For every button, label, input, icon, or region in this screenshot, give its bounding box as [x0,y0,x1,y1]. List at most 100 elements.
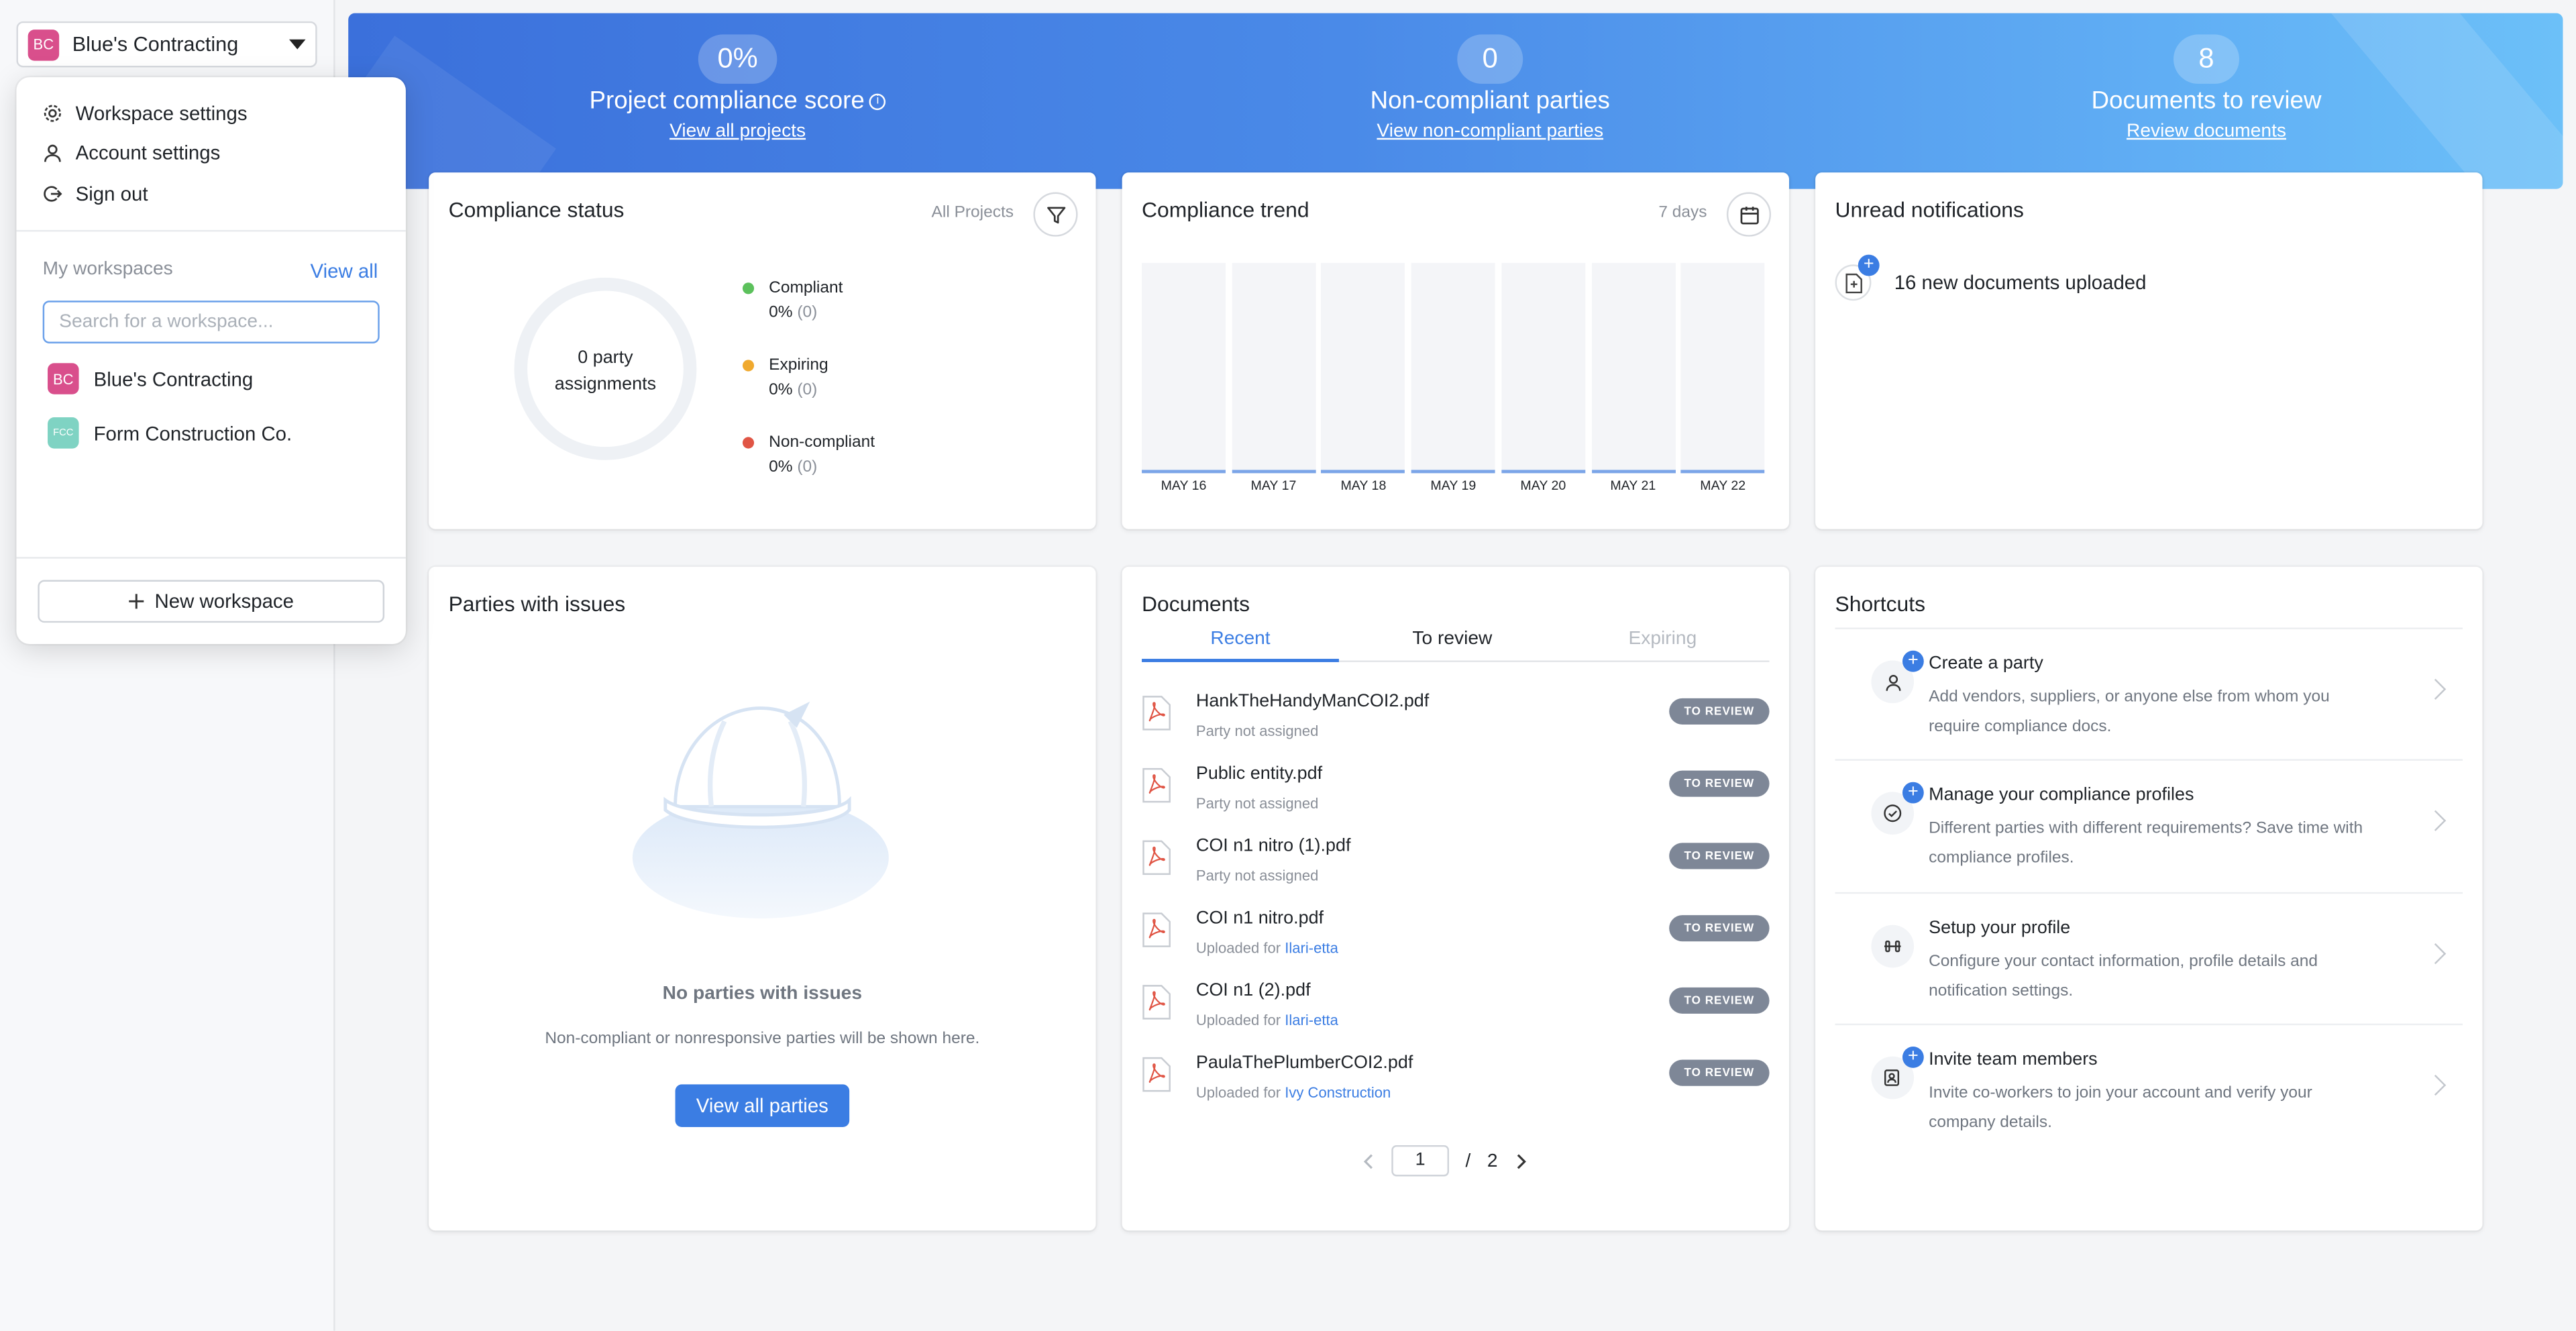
view-noncompliant-link[interactable]: View non-compliant parties [1377,121,1603,141]
shortcut-title: Create a party [1929,653,2043,674]
legend-value: 0% [769,458,793,477]
workspace-name: Blue's Contracting [72,32,239,56]
shortcut-desc: Invite co-workers to join your account a… [1929,1084,2312,1132]
shortcut-desc: Configure your contact information, prof… [1929,953,2318,1001]
pagination: 1 / 2 [1362,1144,1527,1177]
status-badge: TO REVIEW [1669,915,1770,942]
document-row[interactable]: HankTheHandyManCOI2.pdf Party not assigne… [1142,692,1770,757]
page-separator: / [1465,1151,1471,1171]
stat-value: 8 [2174,34,2239,84]
trend-tick-label: MAY 17 [1250,478,1297,493]
date-range-button[interactable] [1726,192,1772,237]
card-title: Compliance status [448,197,625,222]
plus-badge-icon: + [1902,782,1924,804]
card-title: Unread notifications [1835,197,2024,222]
workspace-switcher[interactable]: BC Blue's Contracting [16,21,317,68]
menu-item-workspace-settings[interactable]: Workspace settings [43,102,248,125]
stat-title-text: Project compliance score [589,87,865,115]
doc-name: COI n1 (2).pdf [1195,981,1311,1001]
shortcut-create-party[interactable]: + Create a party Add vendors, suppliers,… [1835,627,2463,759]
legend-noncompliant: Non-compliant 0% (0) [742,431,875,480]
document-row[interactable]: COI n1 nitro (1).pdf Party not assigned TO… [1142,837,1770,902]
legend-expiring: Expiring 0% (0) [742,354,828,403]
tab-recent[interactable]: Recent [1142,629,1339,649]
stat-noncompliant-parties: 0 Non-compliant parties View non-complia… [1244,13,1737,145]
info-icon[interactable]: i [869,93,886,111]
card-title: Compliance trend [1142,197,1309,222]
menu-item-sign-out[interactable]: Sign out [43,182,148,205]
check-circle-icon: + [1871,782,1924,835]
menu-item-label: Account settings [75,141,221,164]
new-workspace-button[interactable]: New workspace [38,580,385,623]
donut-label: 0 party assignments [515,345,697,397]
legend-dot [742,360,755,372]
document-row[interactable]: COI n1 (2).pdf Uploaded for Ilari-etta TO … [1142,981,1770,1047]
project-filter-label: All Projects [931,203,1014,222]
stat-title: Non-compliant parties [1370,87,1610,115]
range-label: 7 days [1658,203,1707,222]
shortcut-setup-profile[interactable]: Setup your profile Configure your contac… [1835,892,2463,1024]
view-all-workspaces-link[interactable]: View all [311,260,378,282]
doc-sub-text: Party not assigned [1195,795,1319,812]
filter-button[interactable] [1033,192,1078,237]
status-badge: TO REVIEW [1669,698,1770,725]
doc-name: Public entity.pdf [1195,763,1323,784]
workspace-avatar: BC [48,363,79,394]
invite-icon: + [1871,1047,1924,1100]
party-link[interactable]: Ilari-etta [1285,1012,1338,1028]
view-all-projects-link[interactable]: View all projects [669,121,806,141]
menu-item-account-settings[interactable]: Account settings [43,142,221,164]
workspace-item[interactable]: BC Blue's Contracting [48,363,253,394]
shortcut-invite-team[interactable]: + Invite team members Invite co-workers … [1835,1023,2463,1155]
pdf-icon [1142,695,1171,731]
pdf-icon [1142,984,1171,1020]
workspace-item-name: Form Construction Co. [93,421,292,445]
plus-icon [129,594,144,609]
doc-sub-text: Party not assigned [1195,867,1319,884]
card-title: Parties with issues [448,591,626,617]
sliders-icon [1871,924,1915,968]
doc-name: PaulaThePlumberCOI2.pdf [1195,1053,1413,1073]
stat-documents-to-review: 8 Documents to review Review documents [1960,13,2453,145]
workspace-search-input[interactable] [42,301,380,343]
chevron-left-icon[interactable] [1362,1153,1375,1169]
gear-icon [44,105,61,122]
shortcut-compliance-profiles[interactable]: + Manage your compliance profiles Differ… [1835,759,2463,890]
workspace-avatar: FCC [48,417,79,449]
chevron-right-icon [2425,943,2447,965]
stat-value: 0 [1457,34,1523,84]
doc-name: COI n1 nitro (1).pdf [1195,836,1351,856]
workspace-menu: Workspace settings Account settings Sign… [16,77,406,645]
empty-state-subtitle: Non-compliant or nonresponsive parties w… [545,1030,980,1049]
divider [16,557,406,559]
page-number-input[interactable]: 1 [1391,1144,1450,1177]
party-link[interactable]: Ilari-etta [1285,940,1338,956]
status-badge: TO REVIEW [1669,987,1770,1014]
legend-label: Compliant [769,279,843,298]
tab-to-review[interactable]: To review [1354,629,1551,649]
document-row[interactable]: Public entity.pdf Party not assigned TO RE… [1142,764,1770,830]
doc-sub-text: Uploaded for [1195,1084,1285,1101]
document-row[interactable]: PaulaThePlumberCOI2.pdf Uploaded for Ivy … [1142,1053,1770,1119]
chevron-right-icon[interactable] [1514,1153,1527,1169]
notification-item[interactable]: + 16 new documents uploaded [1835,254,2147,301]
review-documents-link[interactable]: Review documents [2127,121,2286,141]
party-link[interactable]: Ivy Construction [1285,1084,1391,1100]
trend-tick-label: MAY 16 [1161,478,1207,493]
legend-count: (0) [797,381,818,400]
document-row[interactable]: COI n1 nitro.pdf Uploaded for Ilari-etta T… [1142,908,1770,974]
view-all-parties-button[interactable]: View all parties [675,1084,850,1128]
card-title: Shortcuts [1835,591,1926,617]
plus-badge-icon: + [1902,650,1924,672]
stat-title: Project compliance score i [491,87,984,115]
shortcut-title: Invite team members [1929,1049,2098,1070]
doc-name: COI n1 nitro.pdf [1195,908,1324,928]
legend-value: 0% [769,304,793,323]
trend-tick-label: MAY 21 [1610,478,1656,493]
stats-banner: 0% Project compliance score i View all pr… [348,13,2563,189]
document-icon: + [1835,254,1880,301]
trend-tick-label: MAY 22 [1700,478,1746,493]
tab-expiring[interactable]: Expiring [1564,629,1761,649]
workspace-item[interactable]: FCC Form Construction Co. [48,417,292,449]
trend-tick-label: MAY 19 [1430,478,1477,493]
